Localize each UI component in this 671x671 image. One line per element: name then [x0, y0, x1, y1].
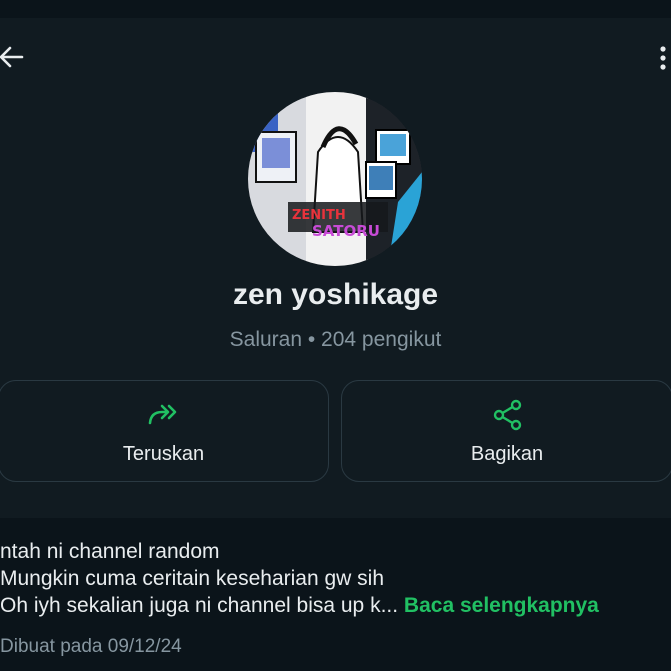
share-button[interactable]: Bagikan	[341, 380, 671, 482]
description-line: Mungkin cuma ceritain keseharian gw sih	[0, 567, 385, 590]
description-line: ntah ni channel random	[0, 540, 220, 563]
read-more-link[interactable]: Baca selengkapnya	[404, 594, 599, 617]
avatar-logo-text-top: ZENITH	[292, 208, 346, 223]
channel-subtitle: Saluran • 204 pengikut	[229, 328, 442, 351]
more-vert-icon[interactable]	[656, 44, 670, 72]
channel-avatar[interactable]: ZENITH SATORU	[248, 92, 422, 266]
share-icon	[492, 399, 524, 431]
forward-button[interactable]: Teruskan	[0, 380, 329, 482]
description-line: Oh iyh sekalian juga ni channel bisa up …	[0, 592, 671, 619]
back-arrow-icon[interactable]	[0, 44, 24, 70]
created-date: Dibuat pada 09/12/24	[0, 636, 182, 657]
description-line-text: Oh iyh sekalian juga ni channel bisa up …	[0, 594, 399, 617]
status-bar-area	[0, 0, 671, 18]
share-label: Bagikan	[470, 443, 544, 465]
channel-name: zen yoshikage	[232, 278, 439, 311]
avatar-logo-text-bottom: SATORU	[312, 222, 380, 240]
forward-icon	[147, 399, 179, 431]
forward-label: Teruskan	[122, 443, 205, 465]
channel-description: ntah ni channel random Mungkin cuma ceri…	[0, 538, 671, 619]
